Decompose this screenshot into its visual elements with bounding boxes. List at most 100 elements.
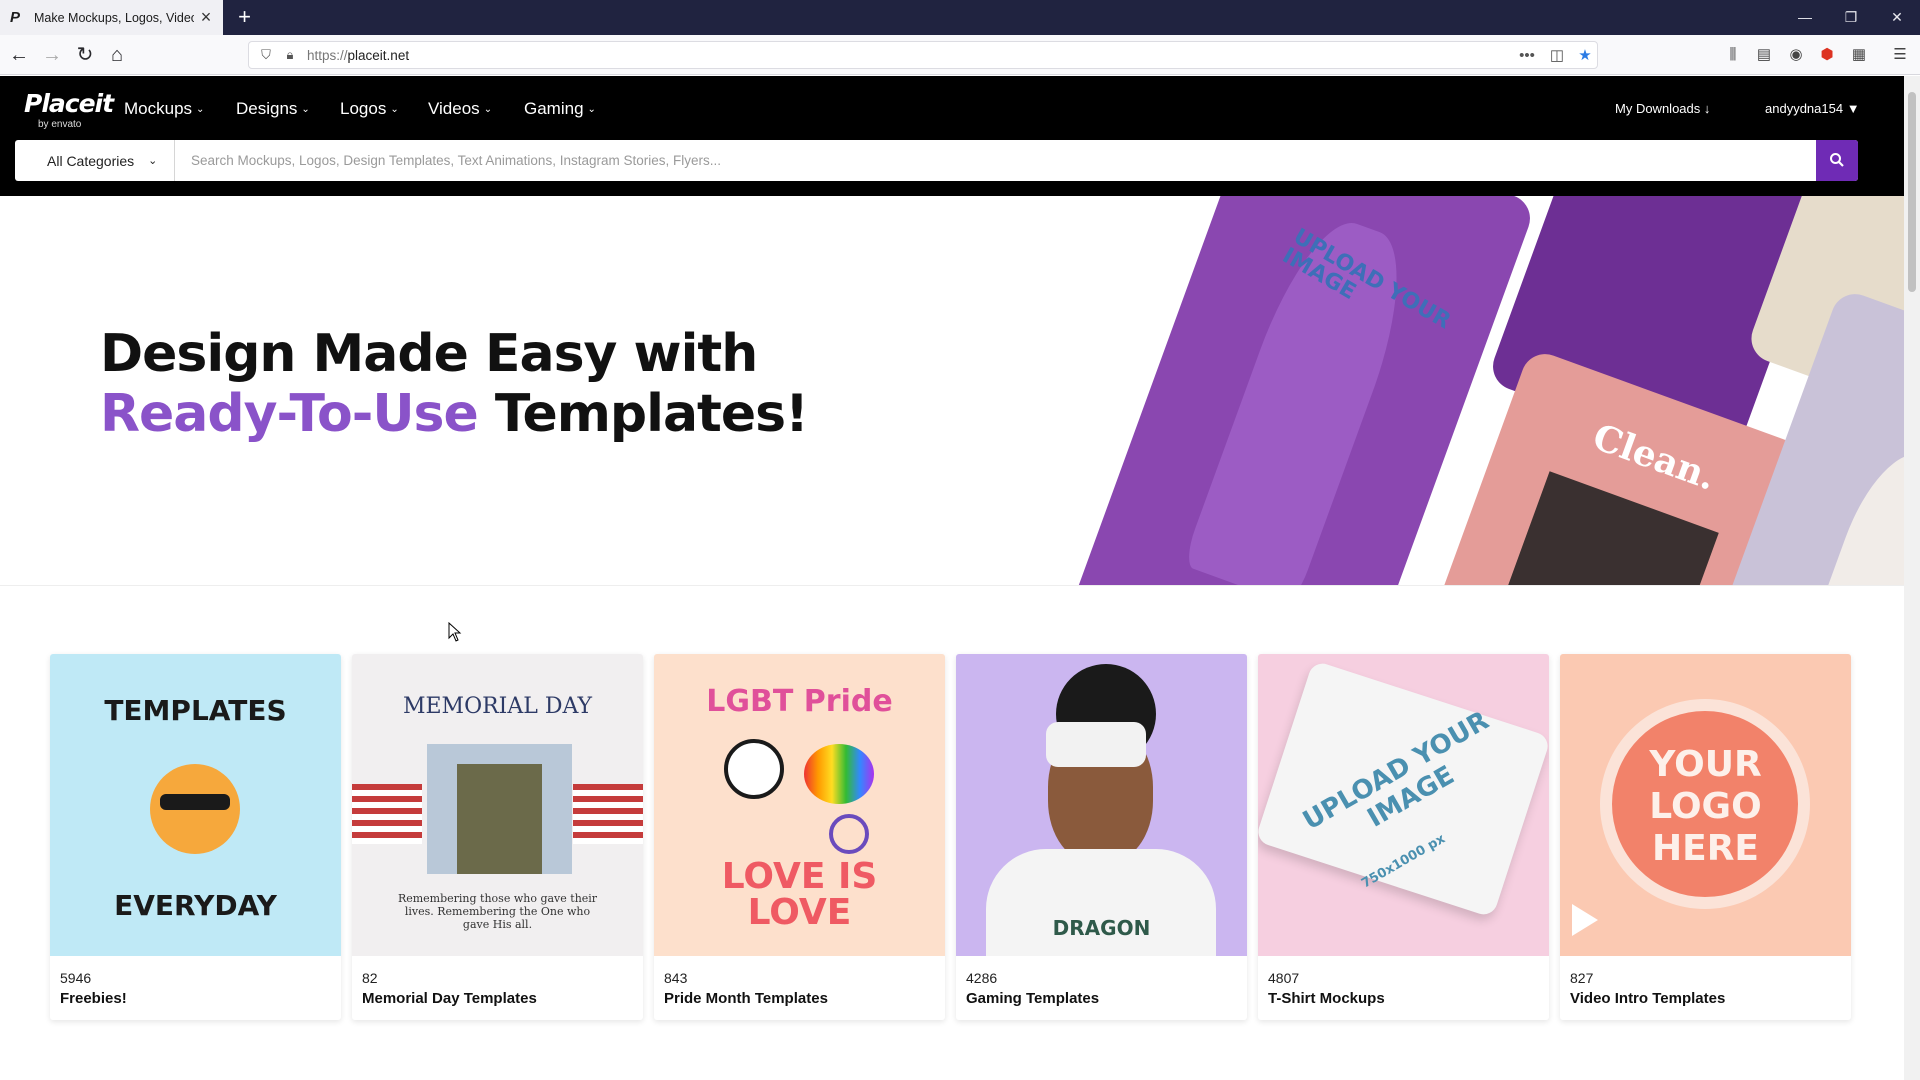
category-card-gaming[interactable]: DRAGON 4286 Gaming Templates xyxy=(956,654,1247,1020)
search-input[interactable] xyxy=(175,140,1817,181)
thumb-text-bottom: Remembering those who gave their lives. … xyxy=(397,892,598,931)
menu-videos[interactable]: Videos ⌄ xyxy=(428,99,492,119)
thumb-text-bottom: LOVE IS LOVE xyxy=(721,856,878,933)
tab-close-icon[interactable]: × xyxy=(197,8,215,26)
sunglasses-icon xyxy=(160,794,230,810)
pocket-icon[interactable]: ◫ xyxy=(1547,46,1567,66)
category-thumbnail: TEMPLATES EVERYDAY xyxy=(50,654,341,956)
hero-heading: Design Made Easy with Ready-To-Use Templ… xyxy=(100,324,809,444)
mouse-cursor-icon xyxy=(448,622,462,642)
scrollbar-thumb[interactable] xyxy=(1908,92,1916,292)
rainbow-heart-icon xyxy=(804,744,874,804)
play-icon[interactable] xyxy=(1572,904,1598,936)
search-bar: All Categories ⌄ xyxy=(15,140,1858,181)
category-grid: TEMPLATES EVERYDAY 5946 Freebies! MEMORI… xyxy=(50,654,1854,1020)
tab-favicon-icon: P xyxy=(10,8,21,26)
category-name: Freebies! xyxy=(60,990,127,1007)
category-count: 4286 xyxy=(966,970,998,986)
category-thumbnail: LGBT Pride LOVE IS LOVE xyxy=(654,654,945,956)
forward-icon[interactable]: → xyxy=(39,42,65,68)
bookmark-star-icon[interactable]: ★ xyxy=(1575,46,1595,66)
menu-icon[interactable]: ☰ xyxy=(1889,44,1911,66)
model-figure-mask xyxy=(1792,440,1904,585)
category-card-freebies[interactable]: TEMPLATES EVERYDAY 5946 Freebies! xyxy=(50,654,341,1020)
category-thumbnail: YOUR LOGO HERE xyxy=(1560,654,1851,956)
minimize-icon[interactable]: — xyxy=(1790,6,1820,28)
menu-label: Gaming xyxy=(524,99,584,118)
menu-gaming[interactable]: Gaming ⌄ xyxy=(524,99,596,119)
tab-title: Make Mockups, Logos, Videos xyxy=(34,10,194,25)
reload-icon[interactable]: ↻ xyxy=(72,42,98,68)
thumb-text-top: TEMPLATES xyxy=(104,694,287,727)
chevron-down-icon: ⌄ xyxy=(301,104,310,115)
placeit-logo[interactable]: Placeit by envato xyxy=(24,89,114,130)
restore-icon[interactable]: ❐ xyxy=(1836,6,1866,28)
chevron-down-icon: ⌄ xyxy=(196,104,205,115)
hero-collage-image[interactable]: UPLOAD YOUR IMAGE Clean. xyxy=(1040,196,1904,585)
category-count: 82 xyxy=(362,970,378,986)
user-menu[interactable]: andyydna154 ▼ xyxy=(1765,101,1860,116)
category-name: Video Intro Templates xyxy=(1570,990,1726,1007)
browser-tab[interactable]: P Make Mockups, Logos, Videos × xyxy=(0,0,223,35)
address-bar[interactable]: ⛉ 🔒︎ https://placeit.net ••• ◫ ★ xyxy=(248,41,1598,69)
search-button[interactable] xyxy=(1816,140,1858,181)
menu-designs[interactable]: Designs ⌄ xyxy=(236,99,310,119)
collage-clean-text: Clean. xyxy=(1587,415,1722,499)
category-name: Memorial Day Templates xyxy=(362,990,537,1007)
category-select[interactable]: All Categories ⌄ xyxy=(15,140,175,181)
category-card-memorial-day[interactable]: MEMORIAL DAY Remembering those who gave … xyxy=(352,654,643,1020)
url-host: placeit.net xyxy=(347,48,410,63)
thumb-text-bottom: DRAGON xyxy=(1052,916,1151,940)
peace-icon xyxy=(829,814,869,854)
hero-accent-text: Ready-To-Use xyxy=(100,384,479,444)
thumb-text-top: LGBT Pride xyxy=(706,684,893,719)
extension-icon[interactable]: ▦ xyxy=(1848,44,1870,66)
category-name: T-Shirt Mockups xyxy=(1268,990,1385,1007)
vr-headset-icon xyxy=(1046,722,1146,767)
menu-mockups[interactable]: Mockups ⌄ xyxy=(124,99,204,119)
site-header: Placeit by envato Mockups ⌄ Designs ⌄ Logo… xyxy=(0,76,1904,196)
library-icon[interactable]: ⫼ xyxy=(1722,44,1744,66)
downloads-label: My Downloads xyxy=(1615,101,1701,116)
username: andyydna154 xyxy=(1765,101,1844,116)
home-icon[interactable]: ⌂ xyxy=(104,42,130,68)
chevron-down-icon: ⌄ xyxy=(390,104,399,115)
new-tab-icon[interactable]: + xyxy=(232,5,257,30)
chevron-down-icon: ⌄ xyxy=(148,155,158,167)
category-count: 5946 xyxy=(60,970,92,986)
sidebar-icon[interactable]: ▤ xyxy=(1753,44,1775,66)
page-actions-icon[interactable]: ••• xyxy=(1517,46,1537,66)
logo-subtext: by envato xyxy=(38,119,82,130)
back-icon[interactable]: ← xyxy=(6,42,32,68)
category-thumbnail: DRAGON xyxy=(956,654,1247,956)
thumb-text-top: MEMORIAL DAY xyxy=(402,694,593,719)
category-card-video-intro[interactable]: YOUR LOGO HERE 827 Video Intro Templates xyxy=(1560,654,1851,1020)
flag-left-icon xyxy=(352,784,422,844)
download-arrow-icon: ↓ xyxy=(1703,101,1711,116)
category-count: 843 xyxy=(664,970,688,986)
url-text[interactable]: https://placeit.net xyxy=(307,48,409,63)
category-thumbnail: UPLOAD YOUR IMAGE 750x1000 px xyxy=(1258,654,1549,956)
flag-right-icon xyxy=(573,784,643,844)
thumb-text-top: YOUR LOGO HERE xyxy=(1649,744,1762,869)
category-card-pride[interactable]: LGBT Pride LOVE IS LOVE 843 Pride Month … xyxy=(654,654,945,1020)
menu-logos[interactable]: Logos ⌄ xyxy=(340,99,399,119)
category-count: 827 xyxy=(1570,970,1594,986)
caret-down-icon: ▼ xyxy=(1846,101,1860,116)
browser-navbar: ← → ↻ ⌂ ⛉ 🔒︎ https://placeit.net ••• ◫ ★… xyxy=(0,35,1920,75)
menu-label: Mockups xyxy=(124,99,193,118)
lock-icon[interactable]: 🔒︎ xyxy=(281,46,299,64)
collage-card-dark xyxy=(1036,585,1265,586)
shield-icon[interactable]: ⛉ xyxy=(257,46,275,64)
hero-line-2-rest: Templates! xyxy=(494,384,809,444)
category-thumbnail: MEMORIAL DAY Remembering those who gave … xyxy=(352,654,643,956)
url-protocol: https:// xyxy=(307,48,348,63)
category-card-tshirt[interactable]: UPLOAD YOUR IMAGE 750x1000 px 4807 T-Shi… xyxy=(1258,654,1549,1020)
page-scrollbar[interactable] xyxy=(1904,76,1920,1080)
account-icon[interactable]: ◉ xyxy=(1785,44,1807,66)
window-close-icon[interactable]: ✕ xyxy=(1882,6,1912,28)
chevron-down-icon: ⌄ xyxy=(587,104,596,115)
adblock-icon[interactable]: ⬢ xyxy=(1816,44,1838,66)
my-downloads-link[interactable]: My Downloads ↓ xyxy=(1615,101,1710,116)
hero-banner: Design Made Easy with Ready-To-Use Templ… xyxy=(0,196,1904,586)
